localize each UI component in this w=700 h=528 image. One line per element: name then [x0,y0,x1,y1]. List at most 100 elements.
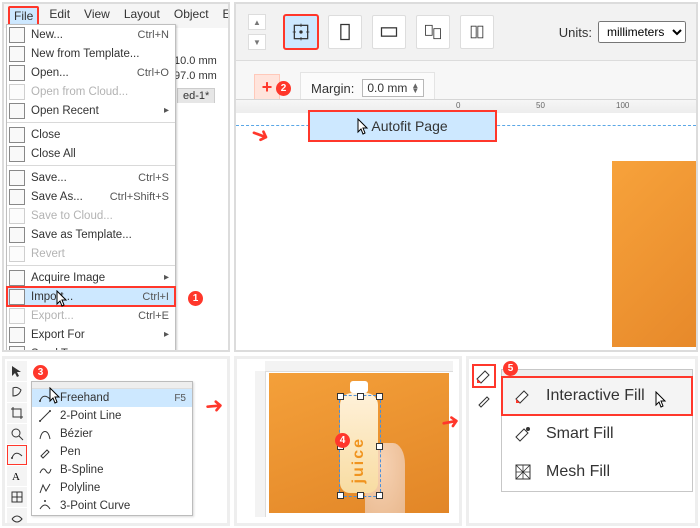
submenu-arrow-icon: ▸ [164,105,169,116]
menu-item-label: Save to Cloud... [31,210,169,222]
sendto-icon [9,346,25,353]
menu-view[interactable]: View [80,6,114,26]
flyout-label: Polyline [60,482,100,494]
menu-item-tmpl[interactable]: New from Template... [7,44,175,63]
sfill-icon [512,423,534,445]
page-height: 97.0 mm [174,69,229,84]
shortcut: Ctrl+S [138,172,169,184]
shape-tool-icon[interactable] [7,382,27,402]
flyout-item-pen[interactable]: Pen [32,443,192,461]
menu-file[interactable]: File [8,6,39,26]
interactive-fill-tool-icon[interactable] [473,365,495,387]
page-landscape-icon[interactable] [372,15,406,49]
flyout-grip[interactable] [502,370,692,377]
callout-3: 3 [33,365,48,380]
ruler-h [265,361,453,372]
units-select[interactable]: millimeters [598,21,686,43]
menu-item-closeall[interactable]: Close All [7,144,175,163]
autofit-page-icon[interactable] [284,15,318,49]
flyout-item-bezier[interactable]: Bézier [32,425,192,443]
svg-text:A: A [12,471,20,483]
flyout-item-polyline[interactable]: Polyline [32,479,192,497]
table-tool-icon[interactable] [7,487,27,507]
menu-item-new[interactable]: New...Ctrl+N [7,25,175,44]
ruler-v [255,371,266,517]
duplicate-page-icon[interactable] [460,15,494,49]
menu-item-label: Revert [31,248,169,260]
menu-item-label: Send To [31,348,158,353]
close-icon [9,127,25,143]
menu-item-save[interactable]: Save...Ctrl+S [7,168,175,187]
fill-flyout: Interactive FillSmart FillMesh Fill [501,369,693,492]
menu-item-label: Acquire Image [31,272,158,284]
shortcut: Ctrl+N [138,29,169,41]
save-icon [9,170,25,186]
canvas[interactable] [236,113,696,350]
spinner-icon[interactable]: ▲▼ [411,83,419,93]
cursor-icon [357,118,369,134]
menu-item-import[interactable]: Import... Ctrl+I [7,287,175,306]
autofit-page-button[interactable]: Autofit Page [308,110,497,142]
menu-item-label: Save As... [31,191,104,203]
menu-edit[interactable]: Edit [45,6,74,26]
menu-item-label: Open... [31,67,131,79]
options-bar: Units: millimeters [236,4,696,61]
cloud-icon [9,84,25,100]
document-tab[interactable]: ed-1* [177,88,215,103]
page-order-arrows[interactable]: ▲▼ [248,14,266,50]
toolbox: A [7,361,29,526]
flyout-item-mfill[interactable]: Mesh Fill [502,453,692,491]
menu-item-open[interactable]: Open...Ctrl+O [7,63,175,82]
menu-item-label: Save as Template... [31,229,169,241]
flyout-item-line2[interactable]: 2-Point Line [32,407,192,425]
page-portrait-icon[interactable] [328,15,362,49]
cursor-icon [49,387,61,405]
export-icon [9,308,25,324]
flyout-label: Smart Fill [546,425,614,443]
crop-tool-icon[interactable] [7,403,27,423]
panel-file-menu: File Edit View Layout Object Ef 10.0 mm … [2,2,230,352]
menu-item-label: Close All [31,148,169,160]
menu-item-savecloud: Save to Cloud... [7,206,175,225]
menu-item-savetmpl[interactable]: Save as Template... [7,225,175,244]
menu-item-exportfor[interactable]: Export For▸ [7,325,175,344]
flyout-item-curve3[interactable]: 3-Point Curve [32,497,192,515]
flyout-label: Pen [60,446,80,458]
savetmpl-icon [9,227,25,243]
open-icon [9,65,25,81]
menu-item-saveas[interactable]: Save As...Ctrl+Shift+S [7,187,175,206]
savecloud-icon [9,208,25,224]
freehand-tool-icon[interactable] [7,445,27,465]
menu-layout[interactable]: Layout [120,6,164,26]
shortcut: Ctrl+I [142,291,169,303]
bezier-icon [38,427,52,441]
menu-item-sendto[interactable]: Send To▸ [7,344,175,352]
menu-item-export: Export...Ctrl+E [7,306,175,325]
panel-rectangle-draw: juice 4 ➜ [234,356,462,526]
closeall-icon [9,146,25,162]
page-width: 10.0 mm [174,54,229,69]
menu-item-label: Import... [31,291,136,303]
tmpl-icon [9,46,25,62]
placed-image[interactable] [612,161,696,347]
menu-effects[interactable]: Ef [219,6,230,26]
menu-object[interactable]: Object [170,6,213,26]
revert-icon [9,246,25,262]
flyout-label: Freehand [60,392,109,404]
flyout-item-sfill[interactable]: Smart Fill [502,415,692,453]
flyout-item-bspline[interactable]: B-Spline [32,461,192,479]
dropper-tool-icon[interactable] [473,389,495,411]
menu-item-recent[interactable]: Open Recent▸ [7,101,175,120]
menu-item-scan[interactable]: Acquire Image▸ [7,268,175,287]
facing-pages-icon[interactable] [416,15,450,49]
menu-item-revert: Revert [7,244,175,263]
autofit-label: Autofit Page [371,118,447,134]
artistic-tool-icon[interactable] [7,508,27,526]
margin-input[interactable]: 0.0 mm ▲▼ [362,79,424,97]
pick-tool-icon[interactable] [7,361,27,381]
zoom-tool-icon[interactable] [7,424,27,444]
menu-item-label: Export... [31,310,132,322]
menu-item-close[interactable]: Close [7,125,175,144]
panel-curve-tools: A FreehandF52-Point LineBézierPenB-Splin… [2,356,230,526]
text-tool-icon[interactable]: A [7,466,27,486]
